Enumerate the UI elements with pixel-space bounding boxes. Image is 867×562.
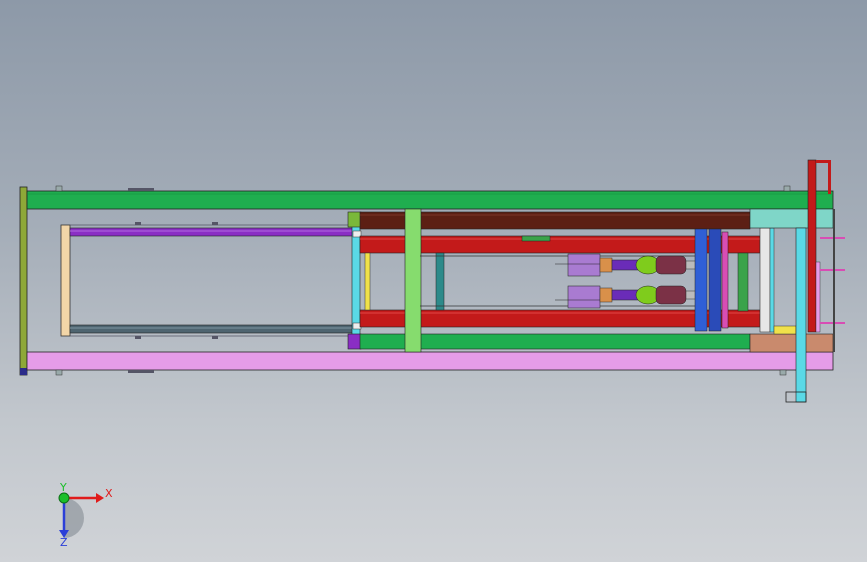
cad-viewport[interactable]: X Y Z xyxy=(0,0,867,562)
left-end-plate xyxy=(19,186,28,376)
purple-guide-rod xyxy=(69,227,356,237)
blue-plate-left xyxy=(694,228,708,332)
coordinate-triad: X Y Z xyxy=(58,481,113,548)
assembly-top-view[interactable] xyxy=(0,0,867,562)
purple-block-lower xyxy=(567,285,601,309)
vertical-crossbar xyxy=(404,208,422,353)
z-axis-label: Z xyxy=(60,536,68,548)
purple-block-upper xyxy=(567,253,601,277)
right-cyan-post xyxy=(795,227,807,403)
salmon-block xyxy=(749,333,834,353)
cyan-slider-column xyxy=(351,224,361,338)
x-axis-label: X xyxy=(105,487,113,500)
y-axis-dot xyxy=(58,492,70,504)
left-end-plate-foot xyxy=(20,368,27,375)
carriage-end-plate xyxy=(60,224,71,337)
cylinder-upper xyxy=(599,255,707,275)
y-axis-label: Y xyxy=(59,481,67,494)
blue-plate-right xyxy=(708,228,722,332)
teal-block xyxy=(749,208,834,229)
bottom-frame-rail xyxy=(26,351,834,371)
cylinder-lower xyxy=(599,285,707,305)
slate-guide-rod xyxy=(69,324,356,334)
right-red-post xyxy=(807,159,817,333)
